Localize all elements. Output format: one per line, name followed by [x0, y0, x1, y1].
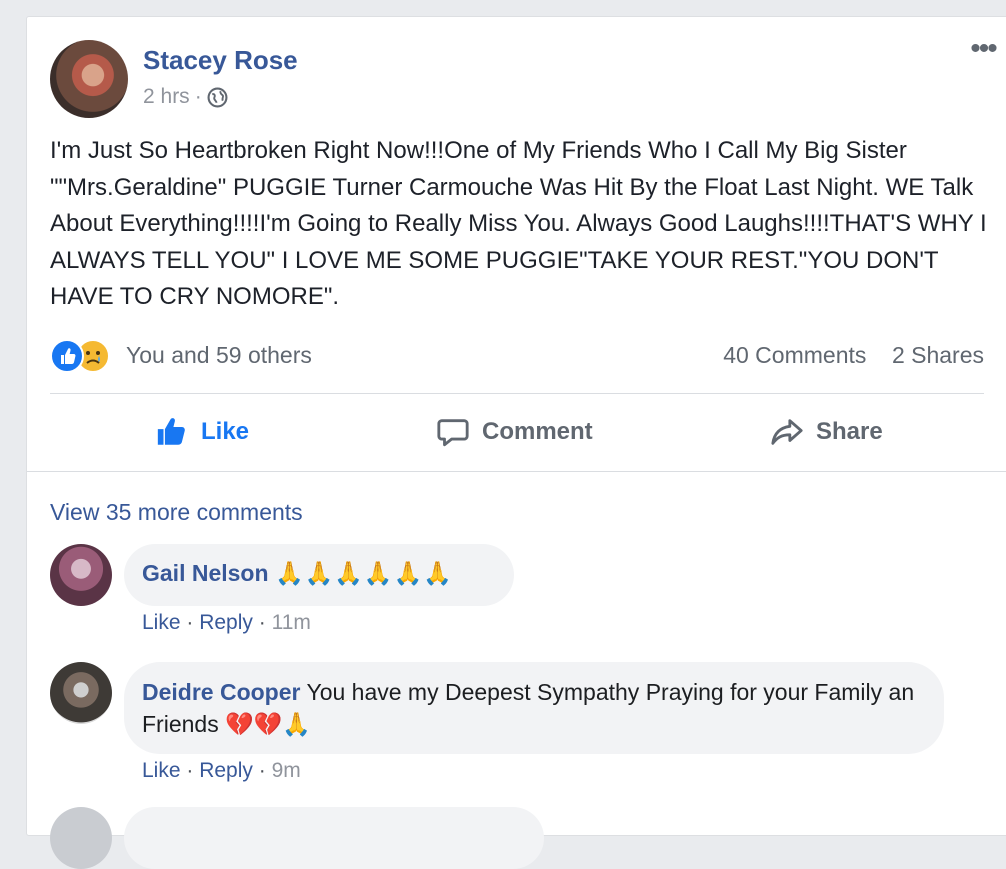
author-avatar[interactable]	[50, 40, 128, 118]
comment-button-label: Comment	[482, 418, 593, 445]
comment-time[interactable]: 11m	[272, 611, 311, 634]
reactions-summary[interactable]: You and 59 others	[126, 342, 312, 369]
meta-separator: ·	[194, 85, 202, 108]
comment-bubble: Deidre Cooper You have my Deepest Sympat…	[124, 662, 944, 754]
comment-actions: Like · Reply · 9m	[142, 759, 301, 783]
comment-like-link[interactable]: Like	[142, 611, 181, 634]
commenter-avatar[interactable]	[50, 807, 112, 869]
comments-divider	[27, 471, 1006, 472]
comment-like-link[interactable]: Like	[142, 759, 181, 782]
globe-icon[interactable]	[207, 87, 228, 108]
separator: ·	[186, 611, 200, 634]
post-time[interactable]: 2 hrs	[143, 85, 190, 109]
commenter-name[interactable]: Gail Nelson	[142, 560, 269, 586]
divider	[50, 393, 984, 394]
share-button-label: Share	[816, 418, 883, 445]
comment-time[interactable]: 9m	[272, 759, 301, 782]
post-text: I'm Just So Heartbroken Right Now!!!One …	[50, 137, 987, 310]
comment-reply-link[interactable]: Reply	[199, 611, 253, 634]
comment-actions: Like · Reply · 11m	[142, 611, 311, 635]
separator: ·	[258, 759, 272, 782]
comment-emojis: 💔💔🙏	[225, 711, 312, 737]
shares-count[interactable]: 2 Shares	[892, 342, 984, 368]
commenter-avatar[interactable]	[50, 544, 112, 606]
engagement-counts: 40 Comments 2 Shares	[723, 342, 984, 369]
post-card: Stacey Rose 2 hrs · ••• I'm Just So Hear…	[26, 16, 1006, 869]
commenter-name[interactable]: Deidre Cooper	[142, 679, 300, 705]
comment-text: 🙏🙏🙏🙏🙏🙏	[274, 560, 453, 586]
comment-button[interactable]: Comment	[436, 409, 593, 455]
reactions-row: You and 59 others 40 Comments 2 Shares	[50, 338, 984, 374]
author-name[interactable]: Stacey Rose	[143, 45, 298, 76]
view-more-comments-link[interactable]: View 35 more comments	[50, 499, 303, 526]
separator: ·	[186, 759, 200, 782]
comments-count[interactable]: 40 Comments	[723, 342, 866, 368]
comment-bubble	[124, 807, 544, 869]
comment-bubble: Gail Nelson 🙏🙏🙏🙏🙏🙏	[124, 544, 514, 606]
share-icon	[771, 419, 803, 445]
like-button[interactable]: Like	[155, 409, 249, 455]
more-options-icon[interactable]: •••	[963, 34, 1003, 69]
comment-reply-link[interactable]: Reply	[199, 759, 253, 782]
thumbs-up-icon	[157, 418, 185, 445]
share-button[interactable]: Share	[770, 409, 883, 455]
comment-icon	[437, 419, 469, 447]
like-button-label: Like	[201, 418, 250, 445]
like-reaction-icon[interactable]	[50, 339, 84, 373]
post-meta: 2 hrs ·	[143, 85, 228, 109]
commenter-avatar[interactable]	[50, 662, 112, 724]
counts-gap	[873, 342, 886, 368]
separator: ·	[258, 611, 272, 634]
